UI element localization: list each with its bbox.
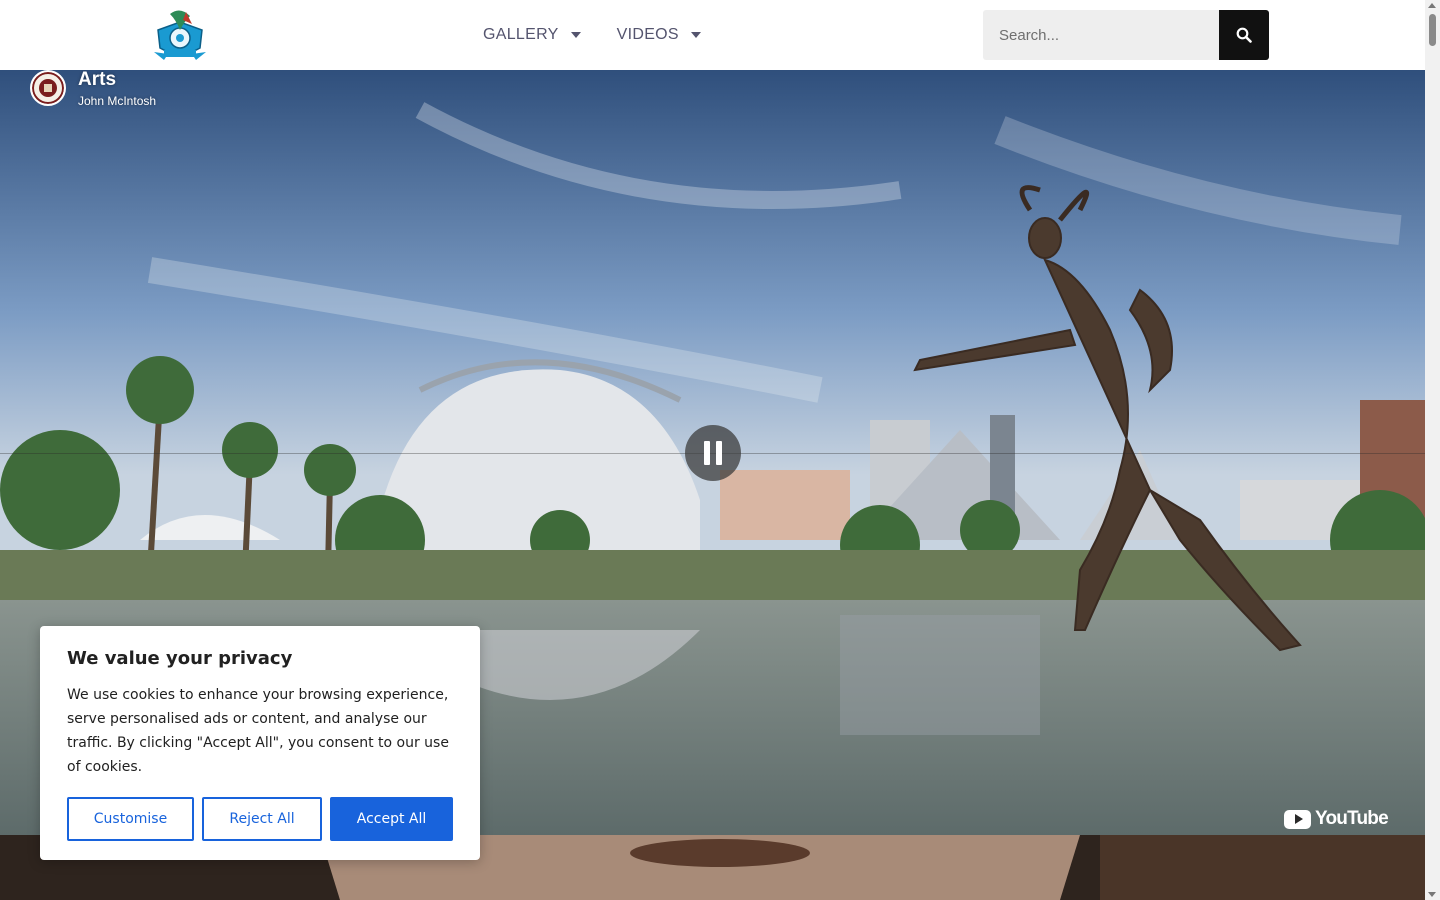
pause-icon-bar [716, 441, 722, 465]
site-header: GALLERY VIDEOS [0, 0, 1425, 70]
main-nav: GALLERY VIDEOS [483, 0, 737, 70]
scroll-up-icon[interactable] [1428, 3, 1436, 8]
cookie-consent-banner: We value your privacy We use cookies to … [40, 626, 480, 860]
nav-videos-label: VIDEOS [616, 26, 679, 43]
reject-all-button[interactable]: Reject All [202, 797, 322, 841]
site-logo[interactable] [150, 8, 210, 62]
search-button[interactable] [1219, 10, 1269, 60]
scroll-down-icon[interactable] [1428, 892, 1436, 897]
nav-gallery[interactable]: GALLERY [483, 26, 581, 44]
search-icon [1236, 27, 1252, 43]
video-title[interactable]: Arts [78, 70, 156, 90]
accept-all-button[interactable]: Accept All [330, 797, 453, 841]
cookie-description: We use cookies to enhance your browsing … [67, 687, 449, 775]
cookie-title: We value your privacy [67, 648, 293, 669]
search-input[interactable] [983, 10, 1219, 60]
video-channel-info: Arts John McIntosh [30, 70, 156, 108]
youtube-label: YouTube [1315, 808, 1389, 829]
pause-icon [704, 441, 710, 465]
chevron-down-icon [570, 32, 581, 38]
channel-avatar[interactable] [30, 70, 66, 106]
chevron-down-icon [690, 32, 701, 38]
pause-button[interactable] [685, 425, 741, 481]
video-meta: Arts John McIntosh [78, 70, 156, 108]
nav-gallery-label: GALLERY [483, 26, 559, 43]
youtube-play-icon [1284, 809, 1311, 829]
video-author: John McIntosh [78, 94, 157, 108]
page-scrollbar[interactable] [1425, 0, 1440, 900]
cookie-buttons: Customise Reject All Accept All [67, 797, 453, 841]
nav-videos[interactable]: VIDEOS [617, 26, 701, 44]
youtube-logo[interactable]: YouTube [1284, 808, 1389, 830]
channel-crest-icon [32, 72, 64, 104]
search-form [983, 10, 1269, 60]
customise-button[interactable]: Customise [67, 797, 194, 841]
scroll-thumb[interactable] [1429, 14, 1436, 46]
